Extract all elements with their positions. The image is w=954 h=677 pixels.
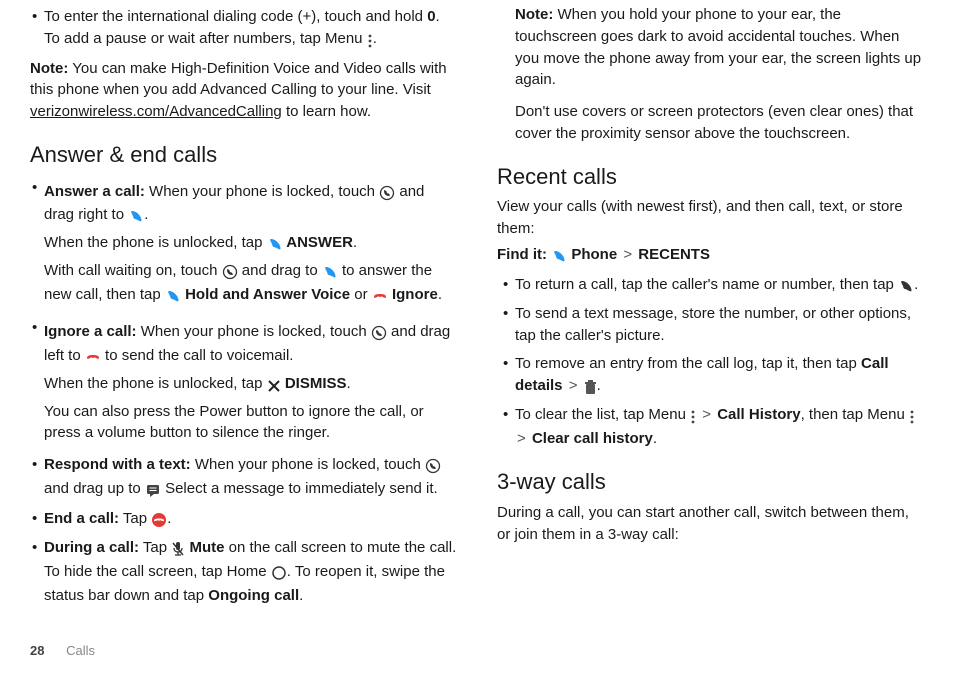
menu-dots-icon [690, 406, 696, 428]
remove-entry-bullet: • To remove an entry from the call log, … [501, 353, 924, 399]
ig-3: You can also press the Power button to i… [44, 401, 457, 445]
rt-1c: Select a message to immediately send it. [161, 480, 438, 497]
phone-label: Phone [567, 246, 617, 263]
answer-call-bullet: • Answer a call: When your phone is lock… [30, 177, 457, 312]
ig-1c: to send the call to voicemail. [101, 347, 294, 364]
phone-decline-icon [85, 347, 101, 369]
find-it-path: Find it: Phone > RECENTS [497, 244, 924, 268]
during-call-bullet: • During a call: Tap Mute on the call sc… [30, 537, 457, 606]
zero-key: 0 [427, 8, 435, 25]
end-call-icon [151, 510, 167, 532]
proximity-note: Don't use covers or screen protectors (e… [497, 101, 924, 145]
answer-2a: When the phone is unlocked, tap [44, 234, 267, 251]
dc-1a: Tap [139, 539, 171, 556]
recents-label: RECENTS [638, 246, 710, 263]
ignore-label: Ignore a call: [44, 323, 137, 340]
page-number: 28 [30, 643, 44, 658]
recent-intro: View your calls (with newest first), and… [497, 196, 924, 240]
ignore-voice-label: Ignore [388, 286, 438, 303]
right-column: Note: When you hold your phone to your e… [497, 0, 924, 613]
trash-icon [584, 377, 597, 399]
section-name: Calls [66, 643, 95, 658]
heading-3way: 3-way calls [497, 466, 924, 498]
left-column: • To enter the international dialing cod… [30, 0, 457, 613]
note-end: to learn how. [282, 103, 371, 120]
intl-text: To enter the international dialing code … [44, 8, 427, 25]
cw-1: With call waiting on, touch [44, 262, 222, 279]
phone-decline-icon [372, 286, 388, 308]
note-label: Note: [30, 60, 68, 77]
during-label: During a call: [44, 539, 139, 556]
respond-label: Respond with a text: [44, 456, 191, 473]
cw-or: or [350, 286, 372, 303]
note-body-2: When you hold your phone to your ear, th… [515, 6, 921, 88]
message-icon [145, 480, 161, 502]
mute-mic-icon [171, 539, 185, 561]
intl-dialing-bullet: • To enter the international dialing cod… [30, 6, 457, 52]
ig-2a: When the phone is unlocked, tap [44, 375, 267, 392]
send-text-bullet: • To send a text message, store the numb… [501, 303, 924, 347]
rt-1b: and drag up to [44, 480, 145, 497]
heading-answer-end: Answer & end calls [30, 139, 457, 171]
clear-list-bullet: • To clear the list, tap Menu > Call His… [501, 404, 924, 450]
r1a: To return a call, tap the caller's name … [515, 276, 898, 293]
r4c: , then tap Menu [801, 406, 909, 423]
respond-text-bullet: • Respond with a text: When your phone i… [30, 454, 457, 502]
phone-answer-icon [165, 286, 181, 308]
return-call-bullet: • To return a call, tap the caller's nam… [501, 274, 924, 298]
hd-voice-note: Note: You can make High-Definition Voice… [30, 58, 457, 123]
verizon-link[interactable]: verizonwireless.com/AdvancedCalling [30, 103, 282, 120]
heading-recent: Recent calls [497, 161, 924, 193]
page-footer: 28 Calls [30, 642, 95, 661]
hold-answer-label: Hold and Answer Voice [181, 286, 350, 303]
touchscreen-note: Note: When you hold your phone to your e… [497, 4, 924, 91]
answer-button-label: ANSWER [283, 234, 353, 251]
note-body: You can make High-Definition Voice and V… [30, 60, 447, 99]
ignore-call-bullet: • Ignore a call: When your phone is lock… [30, 317, 457, 448]
phone-ring-icon [379, 183, 395, 205]
ig-1a: When your phone is locked, touch [137, 323, 371, 340]
answer-label: Answer a call: [44, 183, 145, 200]
threeway-body: During a call, you can start another cal… [497, 502, 924, 546]
end-call-bullet: • End a call: Tap . [30, 508, 457, 532]
phone-ring-icon [222, 262, 238, 284]
findit-label: Find it: [497, 246, 547, 263]
phone-ring-icon [425, 456, 441, 478]
dismiss-x-icon [267, 375, 281, 397]
home-icon [271, 563, 287, 585]
phone-ring-icon [371, 323, 387, 345]
phone-answer-icon [128, 206, 144, 228]
answer-1a: When your phone is locked, touch [145, 183, 379, 200]
dismiss-label: DISMISS [281, 375, 347, 392]
r3a: To remove an entry from the call log, ta… [515, 355, 861, 372]
rt-1a: When your phone is locked, touch [191, 456, 425, 473]
mute-label: Mute [185, 539, 224, 556]
note-label-2: Note: [515, 6, 553, 23]
end-body: Tap [119, 510, 151, 527]
phone-call-icon [898, 276, 914, 298]
phone-answer-icon [322, 262, 338, 284]
menu-dots-icon [909, 406, 915, 428]
clear-history-label: Clear call history [532, 430, 653, 447]
ongoing-call-label: Ongoing call [208, 587, 299, 604]
cw-2: and drag to [238, 262, 322, 279]
r4a: To clear the list, tap Menu [515, 406, 690, 423]
r2: To send a text message, store the number… [515, 303, 924, 347]
end-label: End a call: [44, 510, 119, 527]
call-history-label: Call History [717, 406, 800, 423]
phone-answer-icon [267, 234, 283, 256]
phone-app-icon [551, 246, 567, 268]
menu-dots-icon [367, 30, 373, 52]
